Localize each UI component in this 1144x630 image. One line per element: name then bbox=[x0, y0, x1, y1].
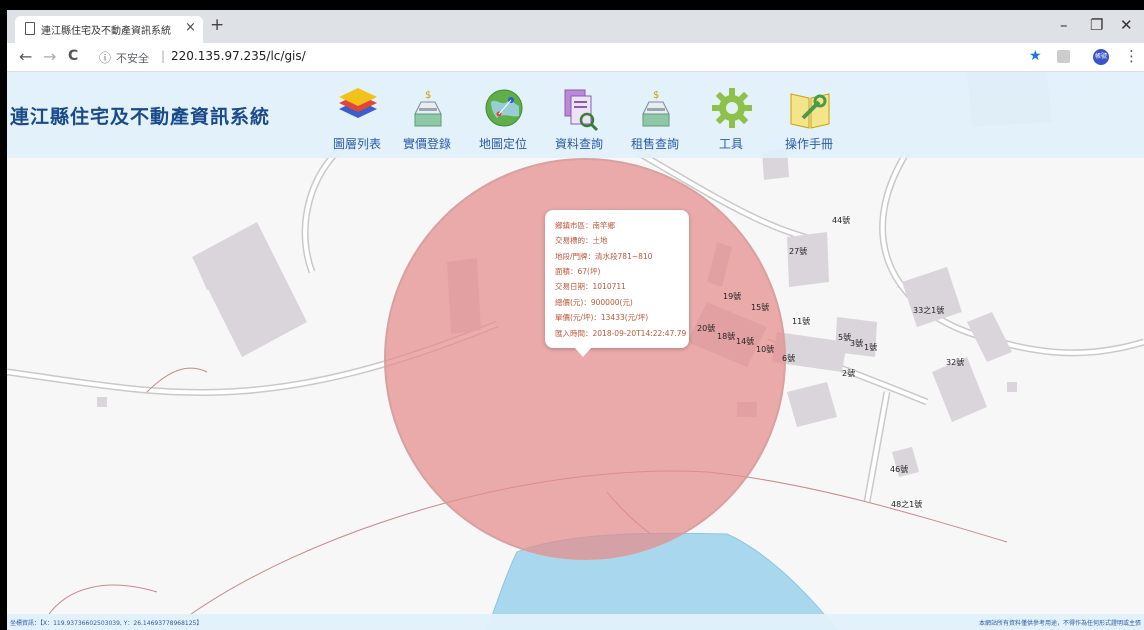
browser-window: 連江縣住宅及不動產資訊系統 × + – ❐ ✕ ← → C ⓘ 不安全 | 22… bbox=[7, 10, 1144, 630]
new-tab-button[interactable]: + bbox=[210, 15, 224, 35]
popup-row-district: 鄉鎮市區：南竿鄉 bbox=[555, 221, 615, 230]
tool-label: 操作手冊 bbox=[784, 137, 833, 151]
popup-row-area: 面積：67(坪) bbox=[555, 267, 601, 276]
status-bar: 坐標資訊：【X：119.93736602503039, Y：26.1469377… bbox=[7, 614, 1144, 630]
map-viewport[interactable]: 44號 27號 19號 15號 11號 20號 18號 14號 10號 6號 5… bbox=[7, 72, 1144, 630]
browser-menu-icon[interactable]: ⋮ bbox=[1124, 47, 1139, 65]
house-number-label: 44號 bbox=[832, 216, 851, 225]
house-number-label: 15號 bbox=[751, 303, 770, 312]
url-text[interactable]: 220.135.97.235/lc/gis/ bbox=[171, 49, 306, 63]
page-icon bbox=[25, 22, 35, 35]
rent-sale-search-icon: $ bbox=[642, 90, 670, 127]
house-number-label: 20號 bbox=[697, 324, 716, 333]
globe-locate-icon bbox=[485, 89, 523, 127]
bookmark-star-icon[interactable]: ★ bbox=[1029, 48, 1042, 64]
browser-tab[interactable]: 連江縣住宅及不動產資訊系統 × bbox=[15, 16, 203, 43]
close-window-button[interactable]: ✕ bbox=[1120, 16, 1133, 34]
browser-toolbar: ← → C ⓘ 不安全 | 220.135.97.235/lc/gis/ ★ 帳… bbox=[7, 43, 1144, 72]
app-title: 連江縣住宅及不動產資訊系統 bbox=[10, 106, 271, 128]
tab-close-icon[interactable]: × bbox=[185, 20, 196, 35]
data-search-icon bbox=[564, 89, 599, 132]
price-register-icon: $ bbox=[414, 90, 442, 127]
app-header: 連江縣住宅及不動產資訊系統 圖層列表 $ 實價登錄 地圖定位 資料查詢 $ 租售… bbox=[7, 72, 1144, 158]
house-number-label: 27號 bbox=[789, 247, 808, 256]
tool-label: 地圖定位 bbox=[478, 137, 527, 151]
house-number-label: 32號 bbox=[946, 358, 965, 367]
popup-row-import-time: 匯入時間：2018-09-20T14:22:47.79 bbox=[555, 329, 687, 338]
popup-row-total-price: 總價(元)：900000(元) bbox=[555, 298, 633, 307]
popup-row-unit-price: 單價(元/坪)：13433(元/坪) bbox=[555, 313, 649, 322]
tool-label: 租售查詢 bbox=[630, 137, 679, 151]
house-number-label: 33之1號 bbox=[913, 306, 945, 315]
popup-row-address: 地段/門牌：清水段781~810 bbox=[555, 252, 653, 261]
tool-map-locate[interactable]: 地圖定位 bbox=[471, 88, 535, 158]
address-separator: | bbox=[161, 49, 166, 63]
house-number-label: 19號 bbox=[723, 292, 742, 301]
tab-title: 連江縣住宅及不動產資訊系統 bbox=[41, 26, 171, 37]
tool-price-register[interactable]: $ 實價登錄 bbox=[395, 88, 459, 158]
house-number-label: 3號 bbox=[850, 339, 864, 348]
insecure-label: 不安全 bbox=[116, 52, 149, 65]
house-number-label: 10號 bbox=[756, 345, 775, 354]
tool-label: 實價登錄 bbox=[402, 137, 451, 151]
svg-text:$: $ bbox=[425, 90, 431, 101]
forward-button[interactable]: → bbox=[43, 47, 56, 66]
address-bar[interactable]: ⓘ 不安全 | 220.135.97.235/lc/gis/ bbox=[93, 46, 1023, 68]
maximize-button[interactable]: ❐ bbox=[1090, 16, 1103, 34]
profile-avatar[interactable]: 帳號 bbox=[1093, 49, 1109, 65]
house-number-label: 48之1號 bbox=[891, 500, 923, 509]
info-icon[interactable]: ⓘ bbox=[99, 49, 111, 66]
house-number-label: 11號 bbox=[792, 317, 811, 326]
manual-icon bbox=[790, 93, 830, 129]
house-number-label: 1號 bbox=[864, 343, 878, 352]
minimize-button[interactable]: – bbox=[1060, 16, 1068, 34]
popup-row-target: 交易標的：土地 bbox=[555, 236, 608, 245]
layers-icon bbox=[339, 88, 377, 118]
gear-icon bbox=[712, 88, 752, 128]
tool-manual[interactable]: 操作手冊 bbox=[777, 88, 841, 158]
house-number-label: 46號 bbox=[890, 465, 909, 474]
reload-button[interactable]: C bbox=[68, 48, 78, 64]
tool-data-search[interactable]: 資料查詢 bbox=[547, 88, 611, 158]
house-number-label: 2號 bbox=[842, 369, 856, 378]
tool-label: 工具 bbox=[718, 137, 743, 151]
tool-layer-list[interactable]: 圖層列表 bbox=[325, 88, 389, 158]
svg-text:$: $ bbox=[653, 90, 659, 101]
disclaimer-text: 本網站所有資料僅供參考用途，不得作為任何形式證明或主張 bbox=[978, 620, 1141, 627]
tab-bar: 連江縣住宅及不動產資訊系統 × + – ❐ ✕ bbox=[7, 10, 1144, 43]
info-popup: 鄉鎮市區：南竿鄉 交易標的：土地 地段/門牌：清水段781~810 面積：67(… bbox=[545, 210, 689, 357]
tool-label: 圖層列表 bbox=[332, 137, 381, 151]
tool-tools[interactable]: 工具 bbox=[699, 88, 763, 158]
tool-rent-sale-search[interactable]: $ 租售查詢 bbox=[623, 88, 687, 158]
house-number-label: 18號 bbox=[717, 332, 736, 341]
back-button[interactable]: ← bbox=[19, 47, 32, 66]
coordinate-readout: 坐標資訊：【X：119.93736602503039, Y：26.1469377… bbox=[10, 620, 203, 627]
extension-icon[interactable] bbox=[1057, 50, 1070, 63]
house-number-label: 14號 bbox=[736, 337, 755, 346]
tool-label: 資料查詢 bbox=[554, 137, 603, 151]
popup-row-date: 交易日期：1010711 bbox=[555, 282, 626, 291]
house-number-label: 6號 bbox=[782, 354, 796, 363]
